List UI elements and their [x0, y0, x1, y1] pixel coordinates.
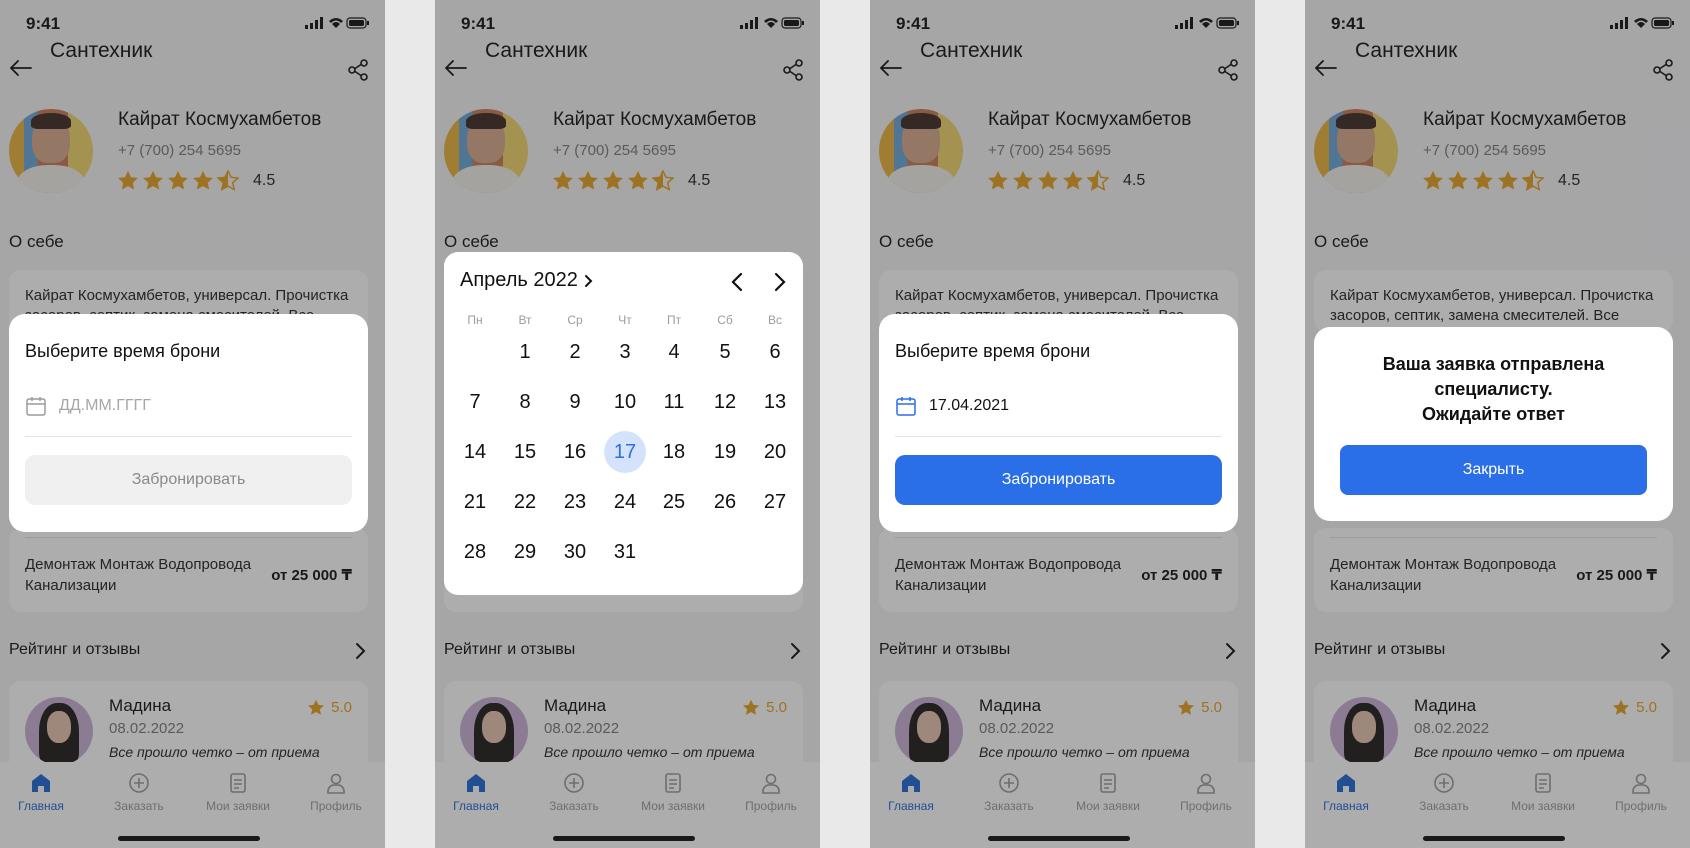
date-value[interactable]: 17.04.2021 [929, 397, 1009, 415]
calendar-day[interactable]: 9 [554, 381, 596, 423]
weekday-label: Пт [666, 313, 682, 327]
calendar-day[interactable]: 3 [604, 331, 646, 373]
calendar-day[interactable]: 31 [604, 531, 646, 573]
calendar-day[interactable]: 29 [504, 531, 546, 573]
calendar-day[interactable]: 24 [604, 481, 646, 523]
booking-sheet-filled: Выберите время брони 17.04.2021 Забронир… [879, 314, 1238, 532]
weekday-label: Чт [618, 313, 632, 327]
calendar-day[interactable]: 20 [754, 431, 796, 473]
calendar-day[interactable]: 11 [653, 381, 695, 423]
calendar-day[interactable]: 2 [554, 331, 596, 373]
weekday-label: Ср [567, 313, 583, 327]
calendar-day[interactable]: 23 [554, 481, 596, 523]
calendar-day[interactable]: 19 [704, 431, 746, 473]
calendar-day[interactable]: 26 [704, 481, 746, 523]
chevron-right-icon [584, 274, 593, 287]
next-month-icon[interactable] [773, 272, 787, 297]
calendar-day[interactable]: 21 [454, 481, 496, 523]
calendar-day[interactable]: 16 [554, 431, 596, 473]
weekday-label: Вт [518, 313, 532, 327]
calendar-day[interactable]: 5 [704, 331, 746, 373]
confirmation-line: специалисту. [1434, 379, 1553, 399]
date-field[interactable]: ДД.ММ.ГГГГ [25, 394, 352, 437]
calendar-day[interactable]: 6 [754, 331, 796, 373]
calendar-day[interactable]: 12 [704, 381, 746, 423]
confirmation-message: Ваша заявка отправлена специалисту. Ожид… [1314, 352, 1673, 427]
calendar-day-selected[interactable]: 17 [604, 431, 646, 473]
calendar-day[interactable]: 1 [504, 331, 546, 373]
calendar-day[interactable]: 18 [653, 431, 695, 473]
weekday-label: Вс [767, 313, 782, 327]
calendar-month: Апрель 2022 [460, 269, 578, 291]
calendar-month-selector[interactable]: Апрель 2022 [460, 269, 594, 292]
weekday-label: Сб [717, 313, 733, 327]
calendar-day[interactable]: 4 [653, 331, 695, 373]
prev-month-icon[interactable] [730, 272, 744, 297]
calendar-day[interactable]: 15 [504, 431, 546, 473]
calendar-icon [896, 397, 916, 416]
calendar-day[interactable]: 14 [454, 431, 496, 473]
calendar-day[interactable]: 8 [504, 381, 546, 423]
confirmation-line: Ожидайте ответ [1422, 404, 1565, 424]
date-field[interactable]: 17.04.2021 [895, 394, 1222, 437]
weekday-label: Пн [467, 313, 483, 327]
calendar-day[interactable]: 22 [504, 481, 546, 523]
book-button[interactable]: Забронировать [895, 455, 1222, 505]
calendar-day[interactable]: 7 [454, 381, 496, 423]
calendar-icon [26, 397, 46, 416]
confirmation-modal: Ваша заявка отправлена специалисту. Ожид… [1314, 327, 1673, 521]
calendar-day[interactable]: 13 [754, 381, 796, 423]
close-button[interactable]: Закрыть [1340, 445, 1647, 495]
book-button-disabled[interactable]: Забронировать [25, 455, 352, 505]
calendar-popup: Апрель 2022 Пн Вт Ср Чт Пт Сб Вс 1 2 3 4 5 6 7 8 9 10 11… [444, 252, 803, 595]
confirmation-line: Ваша заявка отправлена [1382, 354, 1605, 374]
booking-title: Выберите время брони [25, 341, 221, 361]
calendar-day[interactable]: 10 [604, 381, 646, 423]
date-placeholder[interactable]: ДД.ММ.ГГГГ [59, 397, 151, 415]
booking-sheet-empty: Выберите время брони ДД.ММ.ГГГГ Забронир… [9, 314, 368, 532]
booking-title: Выберите время брони [895, 341, 1091, 361]
calendar-day[interactable]: 27 [754, 481, 796, 523]
calendar-day[interactable]: 28 [454, 531, 496, 573]
calendar-day[interactable]: 25 [653, 481, 695, 523]
calendar-day[interactable]: 30 [554, 531, 596, 573]
